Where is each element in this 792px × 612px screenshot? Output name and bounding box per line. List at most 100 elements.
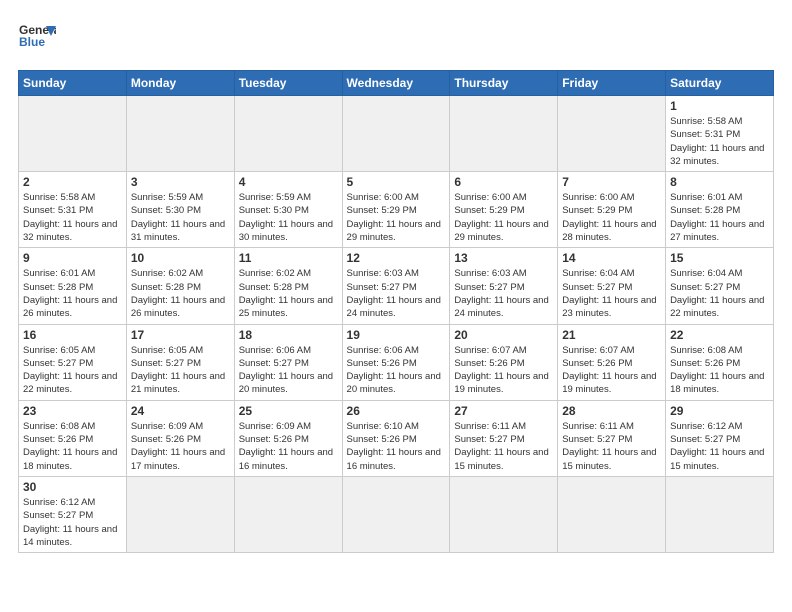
calendar-day-header: Wednesday	[342, 71, 450, 96]
day-info: Sunrise: 6:02 AMSunset: 5:28 PMDaylight:…	[131, 267, 230, 320]
day-info: Sunrise: 6:02 AMSunset: 5:28 PMDaylight:…	[239, 267, 338, 320]
calendar-cell: 25 Sunrise: 6:09 AMSunset: 5:26 PMDayligh…	[234, 400, 342, 476]
calendar-day-header: Sunday	[19, 71, 127, 96]
day-info: Sunrise: 6:11 AMSunset: 5:27 PMDaylight:…	[454, 420, 553, 473]
calendar-cell: 27 Sunrise: 6:11 AMSunset: 5:27 PMDayligh…	[450, 400, 558, 476]
calendar-week-row: 23Sunrise: 6:08 AMSunset: 5:26 PMDayligh…	[19, 400, 774, 476]
calendar-cell: 22 Sunrise: 6:08 AMSunset: 5:26 PMDayligh…	[666, 324, 774, 400]
day-number: 11	[239, 251, 338, 265]
day-info: Sunrise: 6:00 AMSunset: 5:29 PMDaylight:…	[454, 191, 553, 244]
calendar-cell	[126, 476, 234, 552]
day-number: 20	[454, 328, 553, 342]
calendar-cell	[19, 96, 127, 172]
calendar-cell	[342, 476, 450, 552]
day-info: Sunrise: 6:08 AMSunset: 5:26 PMDaylight:…	[670, 344, 769, 397]
day-info: Sunrise: 5:58 AMSunset: 5:31 PMDaylight:…	[23, 191, 122, 244]
calendar-day-header: Saturday	[666, 71, 774, 96]
calendar-week-row: 30 Sunrise: 6:12 AMSunset: 5:27 PMDayligh…	[19, 476, 774, 552]
calendar-cell	[558, 96, 666, 172]
day-info: Sunrise: 6:00 AMSunset: 5:29 PMDaylight:…	[562, 191, 661, 244]
day-number: 13	[454, 251, 553, 265]
header: General Blue	[18, 18, 774, 56]
calendar-cell: 26 Sunrise: 6:10 AMSunset: 5:26 PMDayligh…	[342, 400, 450, 476]
calendar-cell: 30 Sunrise: 6:12 AMSunset: 5:27 PMDayligh…	[19, 476, 127, 552]
day-number: 25	[239, 404, 338, 418]
calendar-week-row: 16Sunrise: 6:05 AMSunset: 5:27 PMDayligh…	[19, 324, 774, 400]
calendar-cell	[234, 96, 342, 172]
day-info: Sunrise: 6:01 AMSunset: 5:28 PMDaylight:…	[670, 191, 769, 244]
day-number: 17	[131, 328, 230, 342]
calendar-cell: 2 Sunrise: 5:58 AMSunset: 5:31 PMDaylight…	[19, 172, 127, 248]
calendar-cell: 29 Sunrise: 6:12 AMSunset: 5:27 PMDayligh…	[666, 400, 774, 476]
day-number: 2	[23, 175, 122, 189]
day-number: 24	[131, 404, 230, 418]
day-number: 4	[239, 175, 338, 189]
day-number: 29	[670, 404, 769, 418]
day-info: Sunrise: 6:11 AMSunset: 5:27 PMDaylight:…	[562, 420, 661, 473]
day-number: 10	[131, 251, 230, 265]
day-number: 8	[670, 175, 769, 189]
page: General Blue SundayMondayTuesdayWednesda…	[0, 0, 792, 563]
day-number: 28	[562, 404, 661, 418]
calendar-cell: 28 Sunrise: 6:11 AMSunset: 5:27 PMDayligh…	[558, 400, 666, 476]
calendar-cell: 20 Sunrise: 6:07 AMSunset: 5:26 PMDayligh…	[450, 324, 558, 400]
calendar-cell: 18 Sunrise: 6:06 AMSunset: 5:27 PMDayligh…	[234, 324, 342, 400]
calendar-cell: 4 Sunrise: 5:59 AMSunset: 5:30 PMDaylight…	[234, 172, 342, 248]
calendar-cell: 19Sunrise: 6:06 AMSunset: 5:26 PMDayligh…	[342, 324, 450, 400]
day-info: Sunrise: 6:04 AMSunset: 5:27 PMDaylight:…	[562, 267, 661, 320]
day-number: 12	[347, 251, 446, 265]
calendar-day-header: Friday	[558, 71, 666, 96]
calendar-week-row: 1 Sunrise: 5:58 AMSunset: 5:31 PMDaylight…	[19, 96, 774, 172]
day-info: Sunrise: 6:09 AMSunset: 5:26 PMDaylight:…	[131, 420, 230, 473]
calendar-table: SundayMondayTuesdayWednesdayThursdayFrid…	[18, 70, 774, 553]
calendar-cell: 6 Sunrise: 6:00 AMSunset: 5:29 PMDaylight…	[450, 172, 558, 248]
day-number: 30	[23, 480, 122, 494]
calendar-cell	[234, 476, 342, 552]
day-info: Sunrise: 6:12 AMSunset: 5:27 PMDaylight:…	[23, 496, 122, 549]
day-number: 27	[454, 404, 553, 418]
day-info: Sunrise: 6:10 AMSunset: 5:26 PMDaylight:…	[347, 420, 446, 473]
calendar-cell: 15 Sunrise: 6:04 AMSunset: 5:27 PMDayligh…	[666, 248, 774, 324]
svg-text:Blue: Blue	[19, 35, 45, 49]
calendar-cell	[342, 96, 450, 172]
day-info: Sunrise: 6:03 AMSunset: 5:27 PMDaylight:…	[347, 267, 446, 320]
calendar-day-header: Thursday	[450, 71, 558, 96]
day-info: Sunrise: 6:01 AMSunset: 5:28 PMDaylight:…	[23, 267, 122, 320]
day-number: 5	[347, 175, 446, 189]
day-info: Sunrise: 6:07 AMSunset: 5:26 PMDaylight:…	[454, 344, 553, 397]
day-number: 18	[239, 328, 338, 342]
day-info: Sunrise: 6:12 AMSunset: 5:27 PMDaylight:…	[670, 420, 769, 473]
day-info: Sunrise: 6:09 AMSunset: 5:26 PMDaylight:…	[239, 420, 338, 473]
calendar-cell	[450, 476, 558, 552]
calendar-cell: 21Sunrise: 6:07 AMSunset: 5:26 PMDayligh…	[558, 324, 666, 400]
day-number: 26	[347, 404, 446, 418]
calendar-cell	[126, 96, 234, 172]
calendar-cell: 16Sunrise: 6:05 AMSunset: 5:27 PMDayligh…	[19, 324, 127, 400]
day-number: 19	[347, 328, 446, 342]
calendar-cell: 11 Sunrise: 6:02 AMSunset: 5:28 PMDayligh…	[234, 248, 342, 324]
day-number: 22	[670, 328, 769, 342]
logo: General Blue	[18, 18, 56, 56]
day-number: 16	[23, 328, 122, 342]
day-number: 1	[670, 99, 769, 113]
calendar-cell: 5Sunrise: 6:00 AMSunset: 5:29 PMDaylight…	[342, 172, 450, 248]
calendar-week-row: 2 Sunrise: 5:58 AMSunset: 5:31 PMDaylight…	[19, 172, 774, 248]
calendar-cell: 8 Sunrise: 6:01 AMSunset: 5:28 PMDaylight…	[666, 172, 774, 248]
day-info: Sunrise: 5:59 AMSunset: 5:30 PMDaylight:…	[239, 191, 338, 244]
day-number: 6	[454, 175, 553, 189]
day-info: Sunrise: 5:58 AMSunset: 5:31 PMDaylight:…	[670, 115, 769, 168]
day-number: 15	[670, 251, 769, 265]
day-number: 23	[23, 404, 122, 418]
calendar-day-header: Monday	[126, 71, 234, 96]
calendar-cell: 9Sunrise: 6:01 AMSunset: 5:28 PMDaylight…	[19, 248, 127, 324]
day-info: Sunrise: 6:04 AMSunset: 5:27 PMDaylight:…	[670, 267, 769, 320]
calendar-cell: 1 Sunrise: 5:58 AMSunset: 5:31 PMDaylight…	[666, 96, 774, 172]
calendar-cell: 3Sunrise: 5:59 AMSunset: 5:30 PMDaylight…	[126, 172, 234, 248]
calendar-header-row: SundayMondayTuesdayWednesdayThursdayFrid…	[19, 71, 774, 96]
calendar-cell	[450, 96, 558, 172]
calendar-cell: 12 Sunrise: 6:03 AMSunset: 5:27 PMDayligh…	[342, 248, 450, 324]
day-info: Sunrise: 6:06 AMSunset: 5:27 PMDaylight:…	[239, 344, 338, 397]
calendar-cell: 14Sunrise: 6:04 AMSunset: 5:27 PMDayligh…	[558, 248, 666, 324]
calendar-cell: 10 Sunrise: 6:02 AMSunset: 5:28 PMDayligh…	[126, 248, 234, 324]
day-info: Sunrise: 6:07 AMSunset: 5:26 PMDaylight:…	[562, 344, 661, 397]
